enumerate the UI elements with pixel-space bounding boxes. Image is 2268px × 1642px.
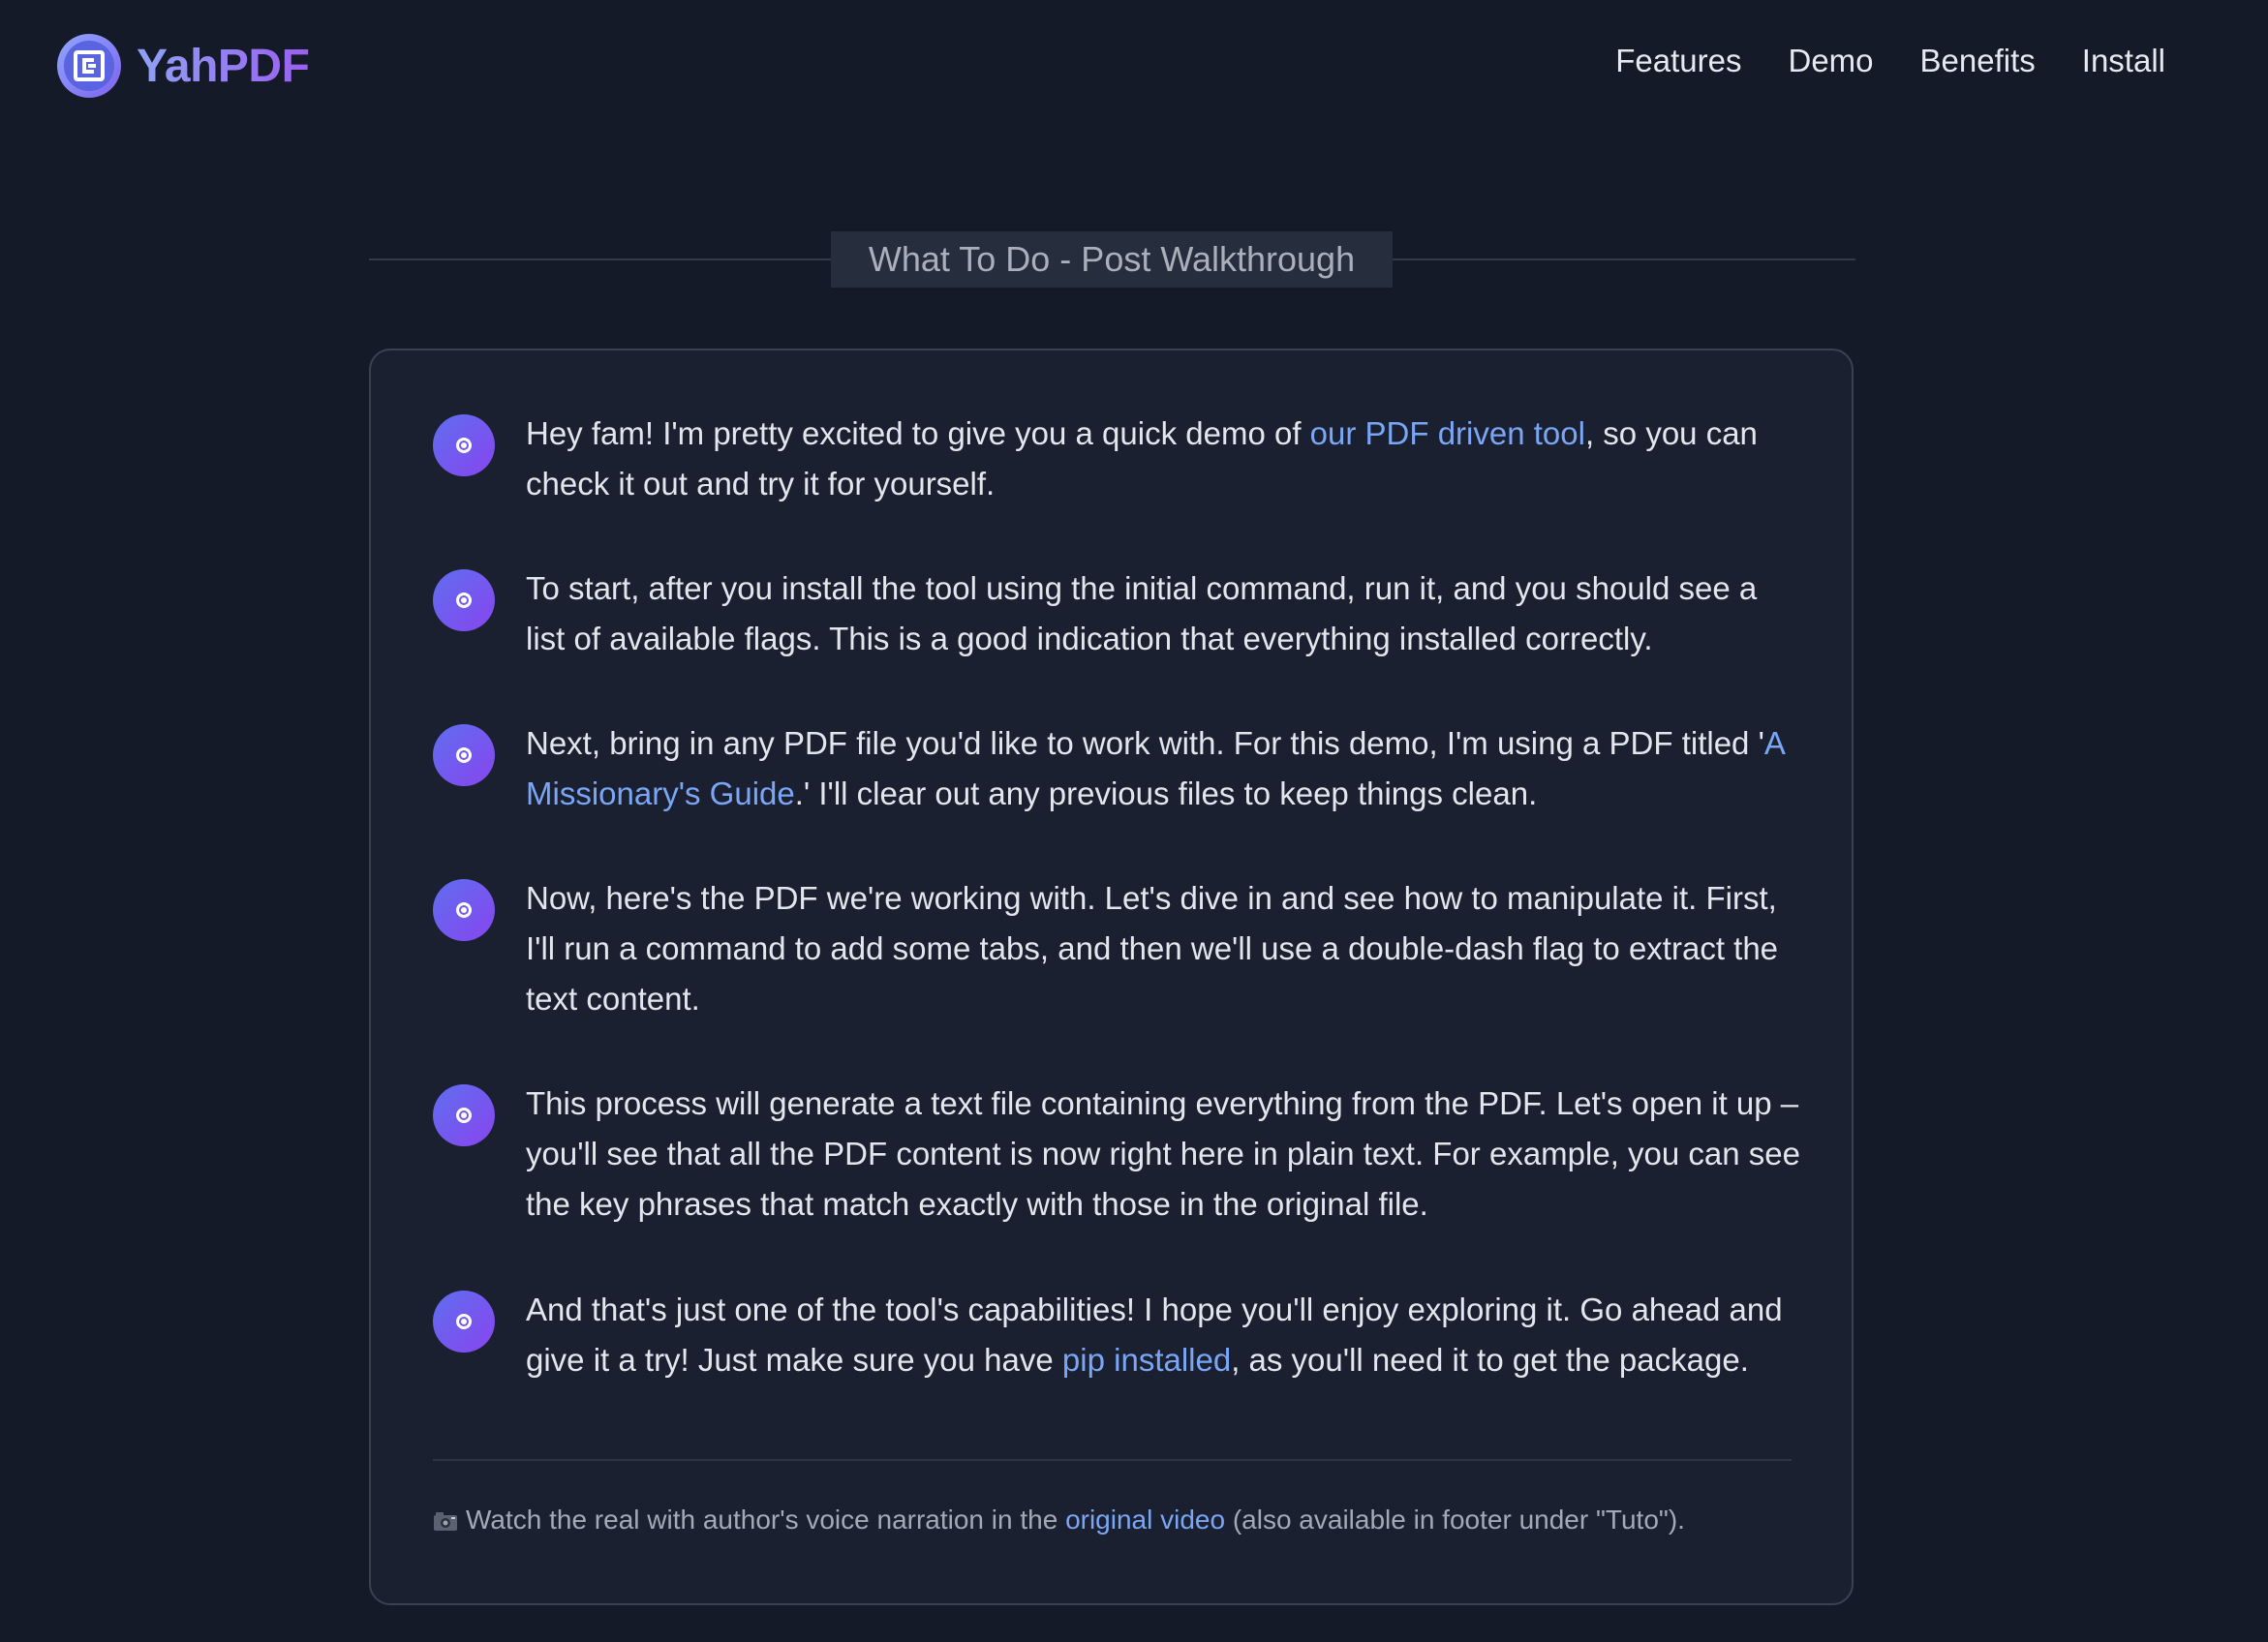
card-divider	[433, 1459, 1792, 1461]
nav-link-demo[interactable]: Demo	[1789, 43, 1874, 79]
site-header: YahPDF Features Demo Benefits Install	[0, 0, 2268, 136]
step-bullet-icon	[433, 1084, 495, 1146]
section-header: What To Do - Post Walkthrough	[369, 231, 1855, 288]
step-bullet-icon	[433, 414, 495, 476]
step-bullet-icon	[433, 879, 495, 941]
footnote-text-after: (also available in footer under "Tuto").	[1225, 1505, 1685, 1535]
step-text-part: , as you'll need it to get the package.	[1231, 1342, 1749, 1378]
step-text: This process will generate a text file c…	[526, 1085, 1800, 1222]
walkthrough-card: Hey fam! I'm pretty excited to give you …	[369, 349, 1854, 1605]
brand-logo-link[interactable]: YahPDF	[57, 34, 310, 98]
step-bullet-icon	[433, 569, 495, 631]
yahpdf-logo-icon	[57, 34, 121, 98]
video-footnote: Watch the real with author's voice narra…	[433, 1501, 1792, 1539]
pdf-tool-link[interactable]: our PDF driven tool	[1310, 415, 1585, 451]
brand-name: YahPDF	[137, 40, 310, 92]
video-camera-icon	[434, 1512, 457, 1531]
main-nav: Features Demo Benefits Install	[1615, 43, 2165, 79]
step-text-part: Next, bring in any PDF file you'd like t…	[526, 725, 1764, 761]
nav-link-install[interactable]: Install	[2082, 43, 2165, 79]
step-text: To start, after you install the tool usi…	[526, 570, 1758, 656]
original-video-link[interactable]: original video	[1065, 1505, 1225, 1535]
footnote-text-before: Watch the real with author's voice narra…	[466, 1505, 1066, 1535]
step-text: Next, bring in any PDF file you'd like t…	[526, 718, 1800, 819]
step-bullet-icon	[433, 1291, 495, 1353]
step-text: Hey fam! I'm pretty excited to give you …	[526, 409, 1800, 509]
nav-link-benefits[interactable]: Benefits	[1920, 43, 2036, 79]
step-text-part: Hey fam! I'm pretty excited to give you …	[526, 415, 1310, 451]
section-title: What To Do - Post Walkthrough	[831, 231, 1393, 288]
pip-installed-link[interactable]: pip installed	[1062, 1342, 1231, 1378]
step-text: Now, here's the PDF we're working with. …	[526, 880, 1779, 1017]
nav-link-features[interactable]: Features	[1615, 43, 1741, 79]
step-bullet-icon	[433, 724, 495, 786]
step-text: And that's just one of the tool's capabi…	[526, 1285, 1800, 1385]
step-text-part: .' I'll clear out any previous files to …	[794, 775, 1538, 811]
